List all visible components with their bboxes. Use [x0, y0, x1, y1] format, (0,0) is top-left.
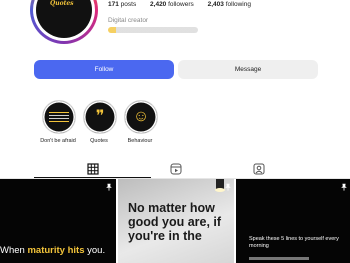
followers-count[interactable]: 2,420 followers	[150, 1, 200, 8]
profile-category: Digital creator	[108, 17, 149, 24]
post-tile-3[interactable]	[236, 179, 350, 263]
grid-icon[interactable]	[87, 163, 99, 175]
message-button[interactable]: Message	[178, 60, 318, 79]
highlight-dont-be-afraid[interactable]	[42, 100, 76, 134]
profile-bio	[108, 27, 198, 33]
smiley-icon: ☺	[132, 108, 150, 125]
highlight-label: Behaviour	[127, 138, 153, 144]
text-lines-icon	[49, 110, 69, 124]
post-3-caption: Speak these 5 lines to yourself every mo…	[249, 236, 339, 249]
reels-icon[interactable]	[170, 163, 182, 175]
tagged-icon[interactable]	[253, 163, 265, 175]
quote-marks-icon: ❞	[95, 108, 105, 125]
post-2-caption: No matter how good you are, if you're in…	[128, 201, 222, 243]
pinned-icon	[341, 183, 347, 191]
posts-count[interactable]: 171 posts	[108, 1, 142, 8]
post-3-subtext	[249, 257, 309, 260]
following-count[interactable]: 2,403 following	[208, 1, 257, 8]
highlight-quotes[interactable]: ❞	[83, 100, 117, 134]
pinned-icon	[225, 183, 231, 191]
highlight-behaviour[interactable]: ☺	[124, 100, 158, 134]
follow-button[interactable]: Follow	[34, 60, 174, 79]
pinned-icon	[106, 183, 112, 191]
active-tab-indicator	[34, 177, 151, 178]
profile-stats: 171 posts 2,420 followers 2,403 followin…	[108, 1, 263, 8]
avatar-text: Quotes	[50, 0, 74, 7]
